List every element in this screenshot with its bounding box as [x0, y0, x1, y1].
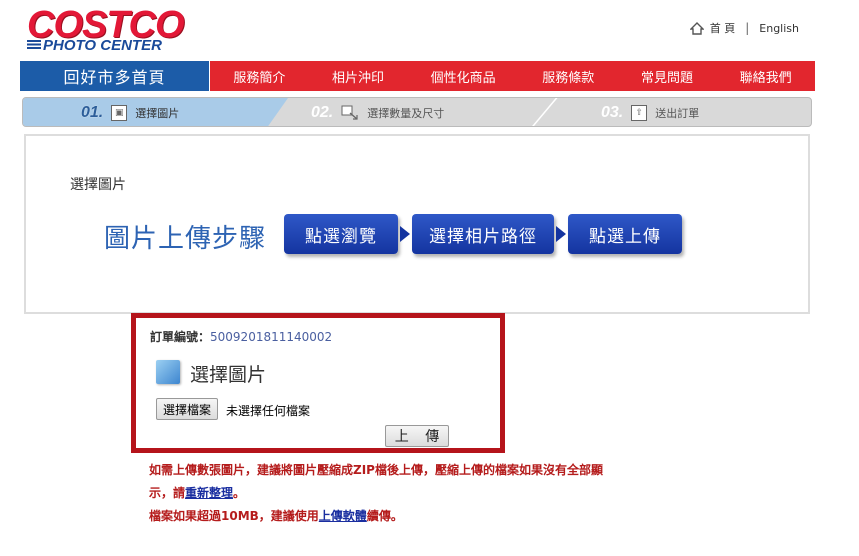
link-separator: |	[745, 21, 750, 35]
flow-step-choose-path: 選擇相片路徑	[412, 214, 554, 254]
flow-step-upload: 點選上傳	[568, 214, 682, 254]
nav-item-service-intro[interactable]: 服務簡介	[233, 67, 285, 86]
flow-step-browse: 點選瀏覽	[284, 214, 398, 254]
top-links: 首 頁 | English	[689, 20, 799, 36]
note-line-2-post: 。	[233, 486, 246, 500]
picture-folder-icon	[156, 360, 180, 384]
step-3-label: 送出訂單	[655, 107, 700, 120]
logo-lines-icon	[27, 40, 41, 49]
flow-arrow-icon	[556, 226, 566, 242]
note-line-2: 示，請重新整理。	[149, 482, 709, 505]
nav-costco-home[interactable]: 回好市多首頁	[20, 61, 210, 91]
nav-item-contact[interactable]: 聯絡我們	[740, 67, 792, 86]
image-icon: ▣	[111, 105, 128, 121]
step-1-label: 選擇圖片	[135, 107, 180, 120]
file-status: 未選擇任何檔案	[226, 404, 311, 418]
upload-panel: 訂單編號：5009201811140002 選擇圖片 選擇檔案 未選擇任何檔案 …	[131, 313, 505, 453]
upload-steps-heading: 圖片上傳步驟	[104, 224, 267, 254]
english-link[interactable]: English	[759, 22, 799, 35]
upload-software-link[interactable]: 上傳軟體	[319, 509, 367, 523]
step-divider	[530, 98, 558, 126]
logo-subbrand: PHOTO CENTER	[27, 38, 162, 53]
instruction-box: 選擇圖片 圖片上傳步驟 點選瀏覽 選擇相片路徑 點選上傳	[24, 134, 810, 314]
flow-arrow-icon	[400, 226, 410, 242]
step-2: 02. 選擇數量及尺寸	[311, 98, 445, 126]
order-number-label: 訂單編號：	[150, 330, 211, 344]
order-number: 訂單編號：5009201811140002	[150, 328, 332, 345]
upload-notes: 如需上傳數張圖片，建議將圖片壓縮成ZIP檔後上傳，壓縮上傳的檔案如果沒有全部顯 …	[149, 459, 709, 528]
upload-title: 選擇圖片	[190, 364, 267, 386]
step-2-number: 02.	[311, 104, 334, 121]
step-2-label: 選擇數量及尺寸	[367, 107, 445, 120]
note-line-3: 檔案如果超過10MB，建議使用上傳軟體續傳。	[149, 505, 709, 528]
note-line-1: 如需上傳數張圖片，建議將圖片壓縮成ZIP檔後上傳，壓縮上傳的檔案如果沒有全部顯	[149, 463, 603, 477]
choose-file-button[interactable]: 選擇檔案	[156, 398, 219, 420]
home-icon	[689, 21, 704, 35]
step-3: 03. ⇧ 送出訂單	[601, 98, 700, 126]
section-title: 選擇圖片	[70, 177, 126, 193]
home-link[interactable]: 首 頁	[710, 20, 736, 36]
nav-item-photo-print[interactable]: 相片沖印	[332, 67, 384, 86]
upload-button[interactable]: 上 傳	[385, 425, 449, 447]
costco-photo-center-logo[interactable]: COSTCO PHOTO CENTER	[27, 6, 192, 54]
order-number-value: 5009201811140002	[210, 330, 333, 344]
logo-subbrand-text: PHOTO CENTER	[43, 37, 162, 54]
note-line-3-pre: 檔案如果超過10MB，建議使用	[149, 509, 319, 523]
page: COSTCO PHOTO CENTER 首 頁 | English 回好市多首頁…	[0, 0, 859, 556]
step-1-number: 01.	[81, 104, 104, 121]
nav-item-terms[interactable]: 服務條款	[542, 67, 594, 86]
nav-item-personalized[interactable]: 個性化商品	[431, 67, 496, 86]
note-line-2-pre: 示，請	[149, 486, 186, 500]
step-3-number: 03.	[601, 104, 624, 121]
upload-flow: 點選瀏覽 選擇相片路徑 點選上傳	[284, 214, 682, 254]
nav-items: 服務簡介 相片沖印 個性化商品 服務條款 常見問題 聯絡我們	[210, 61, 815, 91]
send-icon: ⇧	[631, 105, 648, 121]
steps-bar: 01. ▣ 選擇圖片 02. 選擇數量及尺寸 03. ⇧ 送出訂單	[22, 97, 812, 127]
resize-icon	[341, 105, 358, 120]
main-nav: 回好市多首頁 服務簡介 相片沖印 個性化商品 服務條款 常見問題 聯絡我們	[20, 61, 815, 91]
refresh-link[interactable]: 重新整理	[185, 486, 233, 500]
step-1: 01. ▣ 選擇圖片	[81, 98, 180, 126]
note-line-3-post: 續傳。	[366, 509, 403, 523]
nav-item-faq[interactable]: 常見問題	[641, 67, 693, 86]
